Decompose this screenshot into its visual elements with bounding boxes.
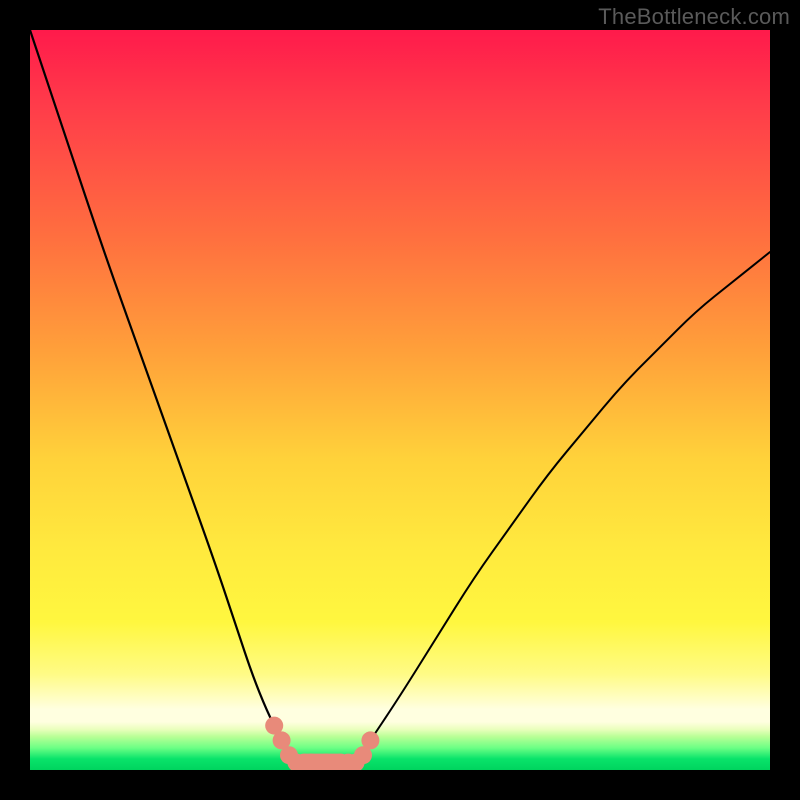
- curve-layer: [30, 30, 770, 770]
- left-curve: [30, 30, 296, 763]
- valley-marker-group: [265, 717, 379, 770]
- chart-frame: TheBottleneck.com: [0, 0, 800, 800]
- plot-area: [30, 30, 770, 770]
- valley-marker-dot: [361, 731, 379, 749]
- watermark-text: TheBottleneck.com: [598, 4, 790, 30]
- right-curve: [356, 252, 770, 763]
